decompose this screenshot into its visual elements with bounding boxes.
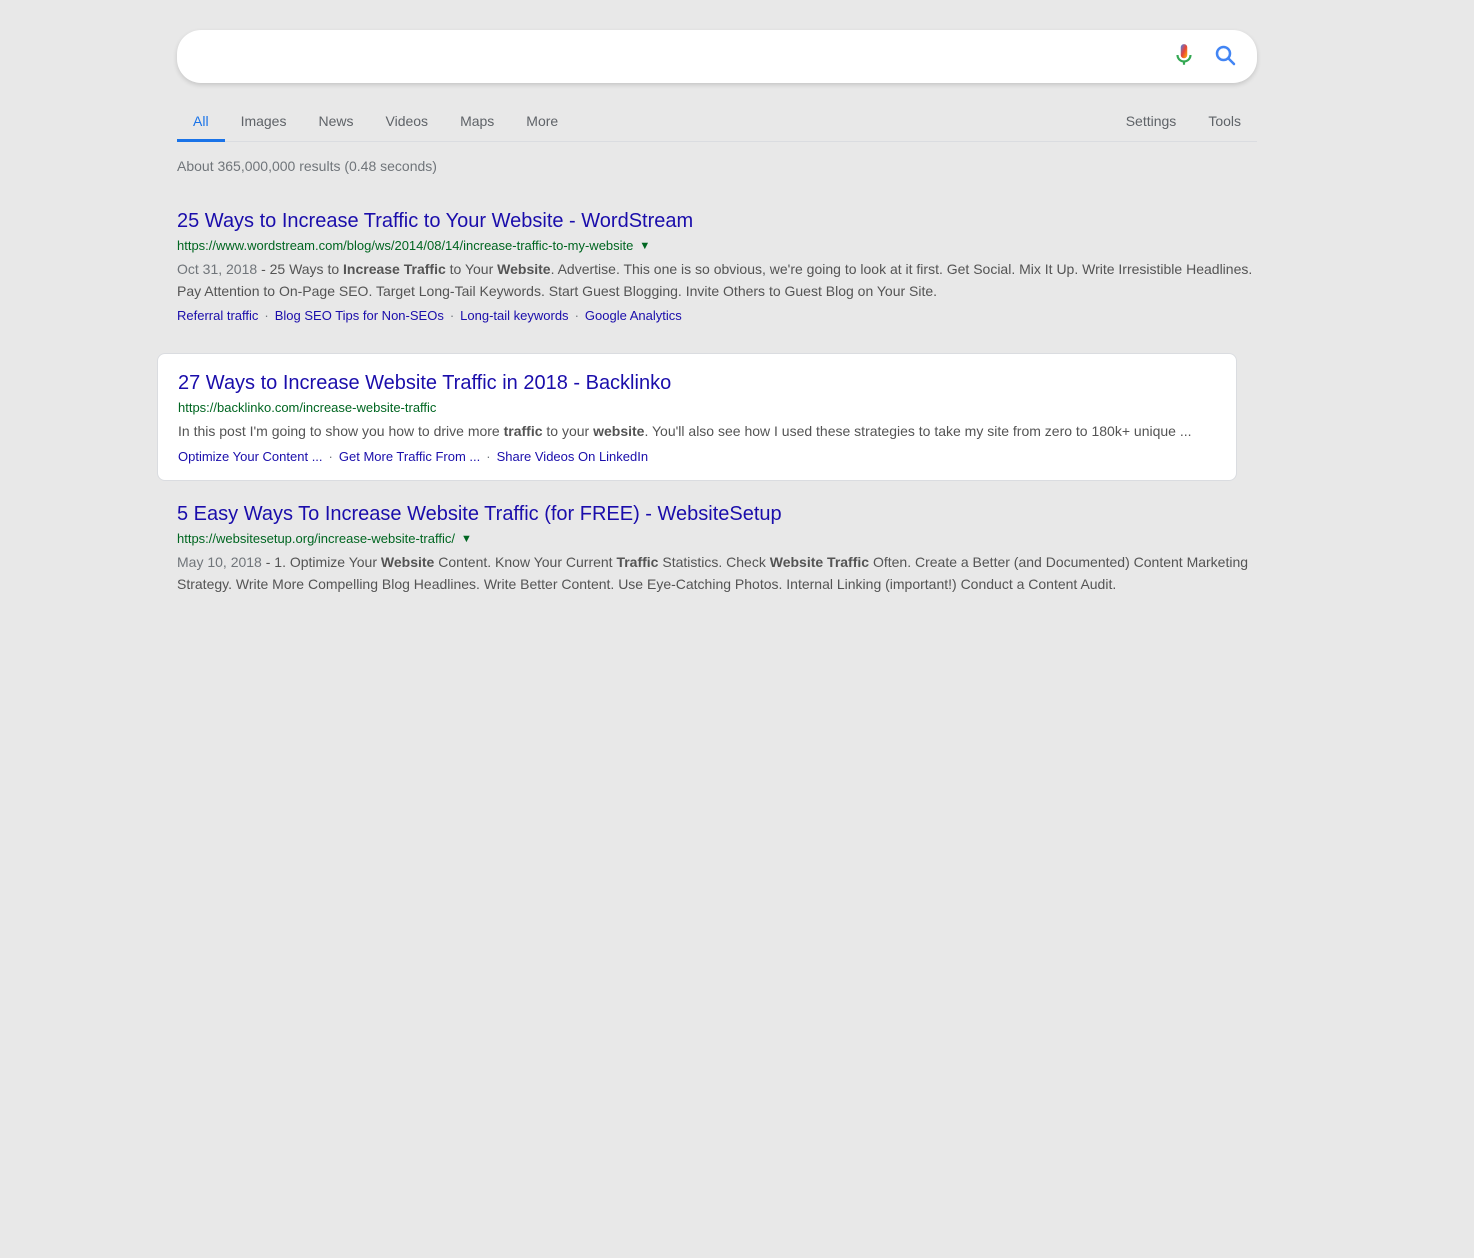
tab-videos[interactable]: Videos (370, 103, 445, 142)
result-2-sitelinks: Optimize Your Content ... · Get More Tra… (178, 449, 1216, 464)
result-1-url-arrow: ▼ (639, 240, 650, 252)
result-3-snippet: May 10, 2018 - 1. Optimize Your Website … (177, 552, 1257, 595)
result-2-title[interactable]: 27 Ways to Increase Website Traffic in 2… (178, 370, 1216, 396)
result-1-snippet-text: - 25 Ways to Increase Traffic to Your We… (177, 261, 1252, 299)
result-1-sitelinks: Referral traffic · Blog SEO Tips for Non… (177, 308, 1257, 323)
sitelink-referral-traffic[interactable]: Referral traffic (177, 308, 258, 323)
result-2-url[interactable]: https://backlinko.com/increase-website-t… (178, 400, 436, 415)
result-3-url-row: https://websitesetup.org/increase-websit… (177, 531, 1257, 546)
results-count: About 365,000,000 results (0.48 seconds) (177, 158, 1297, 174)
result-3-date: May 10, 2018 (177, 554, 262, 570)
result-2-snippet-text: In this post I'm going to show you how t… (178, 423, 1192, 439)
result-1-date: Oct 31, 2018 (177, 261, 257, 277)
search-bar: increase website traffic (177, 30, 1257, 83)
result-1-snippet: Oct 31, 2018 - 25 Ways to Increase Traff… (177, 259, 1257, 302)
result-2-url-row: https://backlinko.com/increase-website-t… (178, 400, 1216, 415)
search-result-3: 5 Easy Ways To Increase Website Traffic … (177, 491, 1257, 621)
sitelink-longtail[interactable]: Long-tail keywords (460, 308, 568, 323)
search-button[interactable] (1213, 43, 1237, 70)
result-1-url[interactable]: https://www.wordstream.com/blog/ws/2014/… (177, 238, 633, 253)
sitelink-blog-seo[interactable]: Blog SEO Tips for Non-SEOs (275, 308, 444, 323)
result-3-snippet-text: - 1. Optimize Your Website Content. Know… (177, 554, 1248, 592)
search-icons (1171, 42, 1237, 71)
result-2-snippet: In this post I'm going to show you how t… (178, 421, 1216, 443)
search-result-1: 25 Ways to Increase Traffic to Your Webs… (177, 198, 1257, 343)
search-result-2: 27 Ways to Increase Website Traffic in 2… (157, 353, 1237, 481)
nav-tabs: All Images News Videos Maps More Setting… (177, 103, 1257, 142)
tab-tools[interactable]: Tools (1192, 103, 1257, 142)
result-3-url-arrow: ▼ (461, 533, 472, 545)
tab-images[interactable]: Images (225, 103, 303, 142)
tab-news[interactable]: News (302, 103, 369, 142)
result-3-title[interactable]: 5 Easy Ways To Increase Website Traffic … (177, 501, 1257, 527)
sitelink-google-analytics[interactable]: Google Analytics (585, 308, 682, 323)
tab-maps[interactable]: Maps (444, 103, 510, 142)
result-1-url-row: https://www.wordstream.com/blog/ws/2014/… (177, 238, 1257, 253)
result-3-url[interactable]: https://websitesetup.org/increase-websit… (177, 531, 455, 546)
tab-all[interactable]: All (177, 103, 225, 142)
search-input[interactable]: increase website traffic (197, 46, 1171, 67)
sitelink-optimize-content[interactable]: Optimize Your Content ... (178, 449, 323, 464)
tab-more[interactable]: More (510, 103, 574, 142)
mic-icon[interactable] (1171, 42, 1197, 71)
sitelink-share-videos[interactable]: Share Videos On LinkedIn (497, 449, 649, 464)
tab-settings[interactable]: Settings (1110, 103, 1193, 142)
result-1-title[interactable]: 25 Ways to Increase Traffic to Your Webs… (177, 208, 1257, 234)
sitelink-get-more-traffic[interactable]: Get More Traffic From ... (339, 449, 480, 464)
